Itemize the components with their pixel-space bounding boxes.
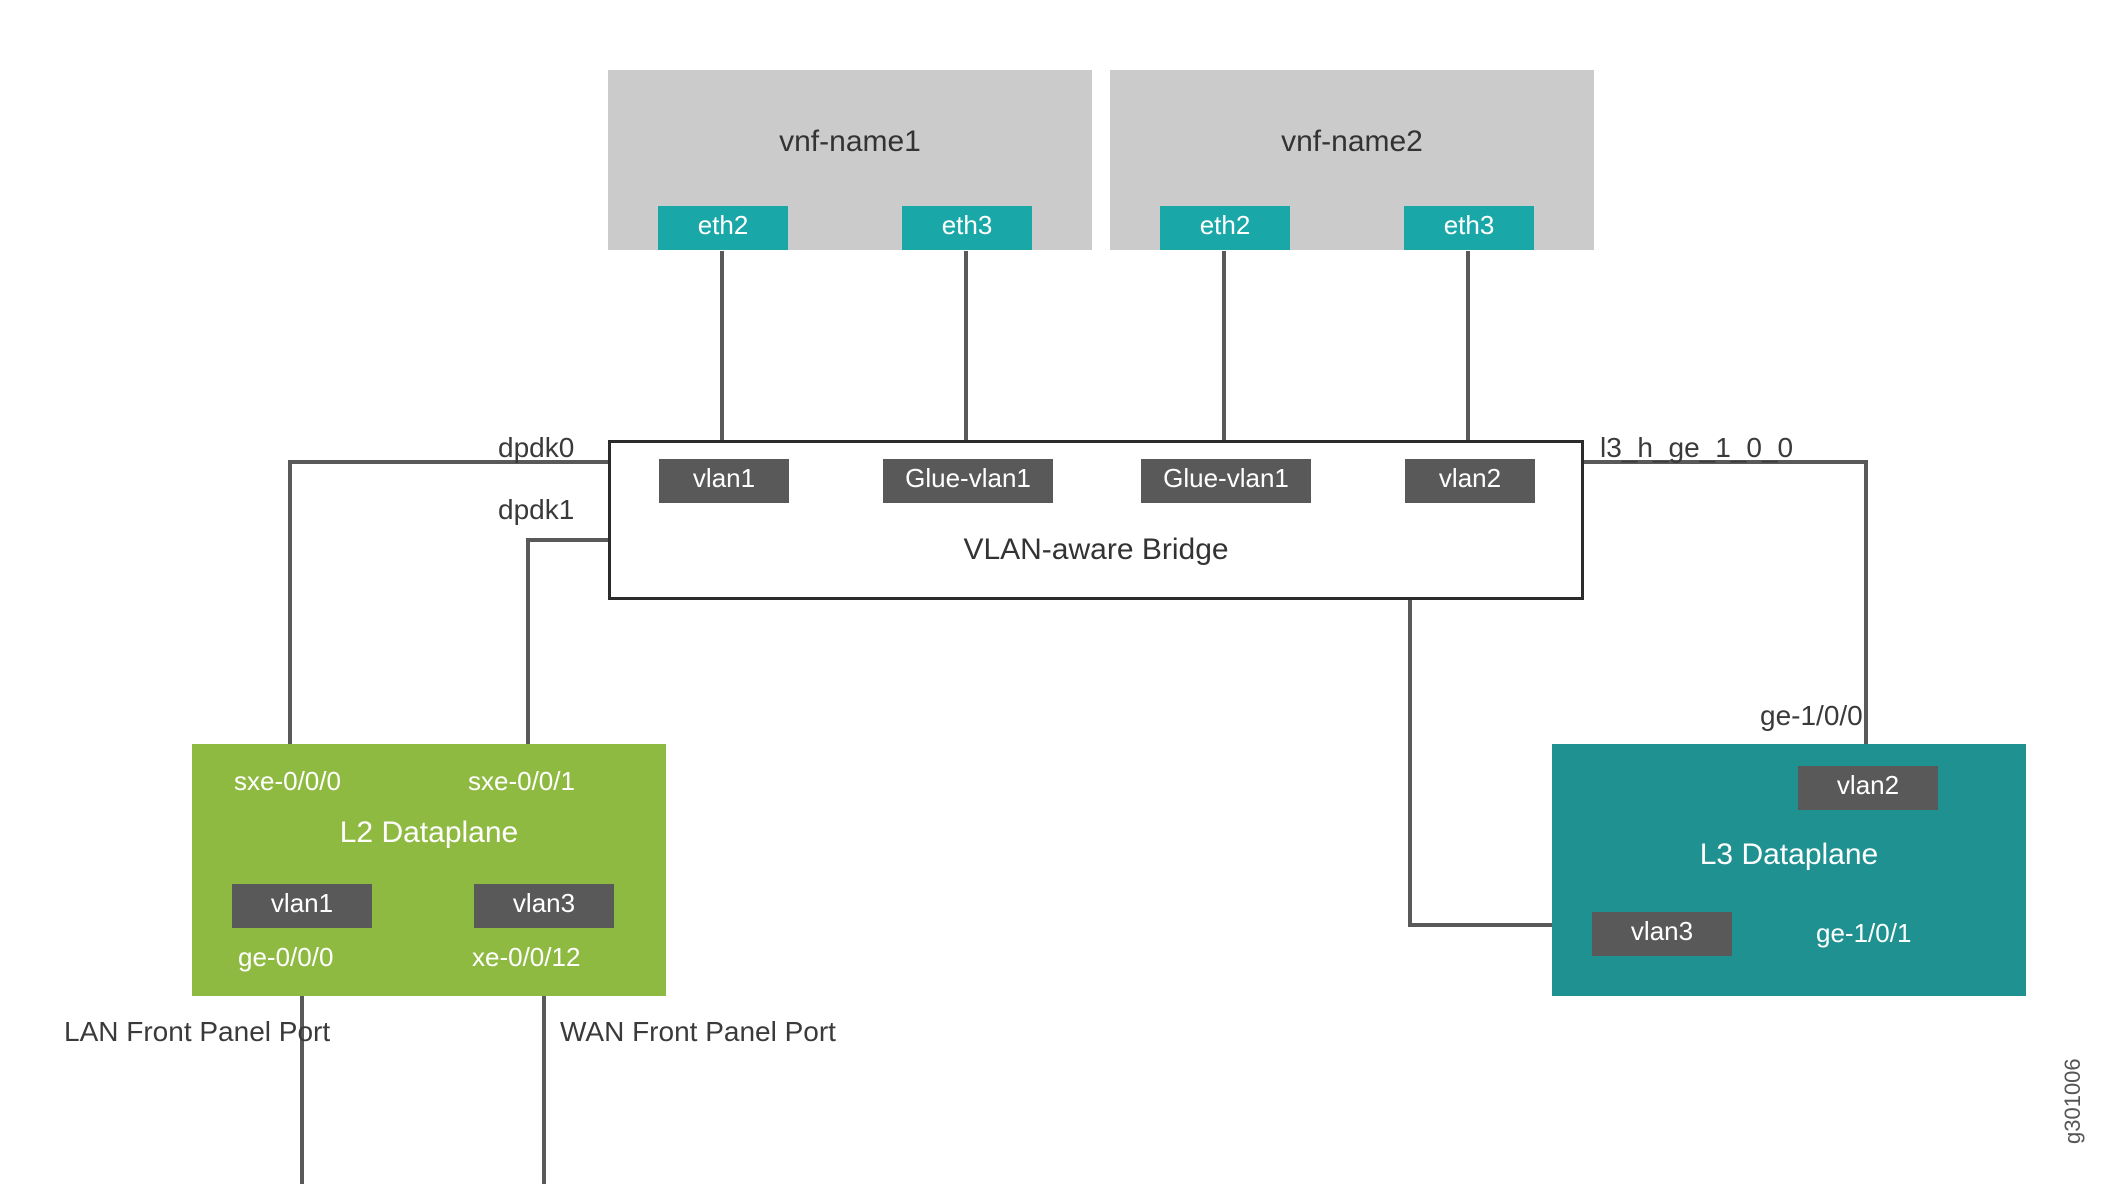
l2-vlan3: vlan3 — [474, 884, 614, 928]
l2-dataplane-box: sxe-0/0/0 sxe-0/0/1 L2 Dataplane vlan1 v… — [192, 744, 666, 996]
wan-front-panel-port-label: WAN Front Panel Port — [560, 1016, 836, 1048]
vnf2-eth3-port: eth3 — [1404, 206, 1534, 250]
bridge-title: VLAN-aware Bridge — [611, 533, 1581, 567]
l2-sxe1: sxe-0/0/1 — [468, 766, 575, 797]
dpdk0-label: dpdk0 — [498, 432, 574, 464]
l2-sxe0: sxe-0/0/0 — [234, 766, 341, 797]
bridge-vlan2: vlan2 — [1405, 459, 1535, 503]
diagram-canvas: vnf-name1 eth2 eth3 vnf-name2 eth2 eth3 … — [0, 0, 2101, 1184]
dpdk1-label: dpdk1 — [498, 494, 574, 526]
l2-title: L2 Dataplane — [192, 816, 666, 850]
vnf2-eth2-port: eth2 — [1160, 206, 1290, 250]
l3h-label: l3_h_ge_1_0_0 — [1600, 432, 1793, 464]
bridge-glue-vlan1-right: Glue-vlan1 — [1141, 459, 1311, 503]
l2-vlan1: vlan1 — [232, 884, 372, 928]
lan-front-panel-port-label: LAN Front Panel Port — [64, 1016, 330, 1048]
bridge-vlan1: vlan1 — [659, 459, 789, 503]
l3-title: L3 Dataplane — [1552, 838, 2026, 872]
l3-vlan2: vlan2 — [1798, 766, 1938, 810]
vlan-aware-bridge: vlan1 Glue-vlan1 Glue-vlan1 vlan2 VLAN-a… — [608, 440, 1584, 600]
bridge-glue-vlan1-left: Glue-vlan1 — [883, 459, 1053, 503]
vnf1-box: vnf-name1 eth2 eth3 — [608, 70, 1092, 250]
vnf1-title: vnf-name1 — [608, 125, 1092, 159]
l3-ge100-label: ge-1/0/0 — [1760, 700, 1863, 732]
vnf1-eth3-port: eth3 — [902, 206, 1032, 250]
vnf2-box: vnf-name2 eth2 eth3 — [1110, 70, 1594, 250]
l3-ge101: ge-1/0/1 — [1816, 918, 1911, 949]
l3-vlan3: vlan3 — [1592, 912, 1732, 956]
vnf1-eth2-port: eth2 — [658, 206, 788, 250]
vnf2-title: vnf-name2 — [1110, 125, 1594, 159]
l2-xe12: xe-0/0/12 — [472, 942, 580, 973]
l2-ge0: ge-0/0/0 — [238, 942, 333, 973]
graphic-id: g301006 — [2060, 1058, 2086, 1144]
l3-dataplane-box: vlan2 L3 Dataplane vlan3 ge-1/0/1 — [1552, 744, 2026, 996]
